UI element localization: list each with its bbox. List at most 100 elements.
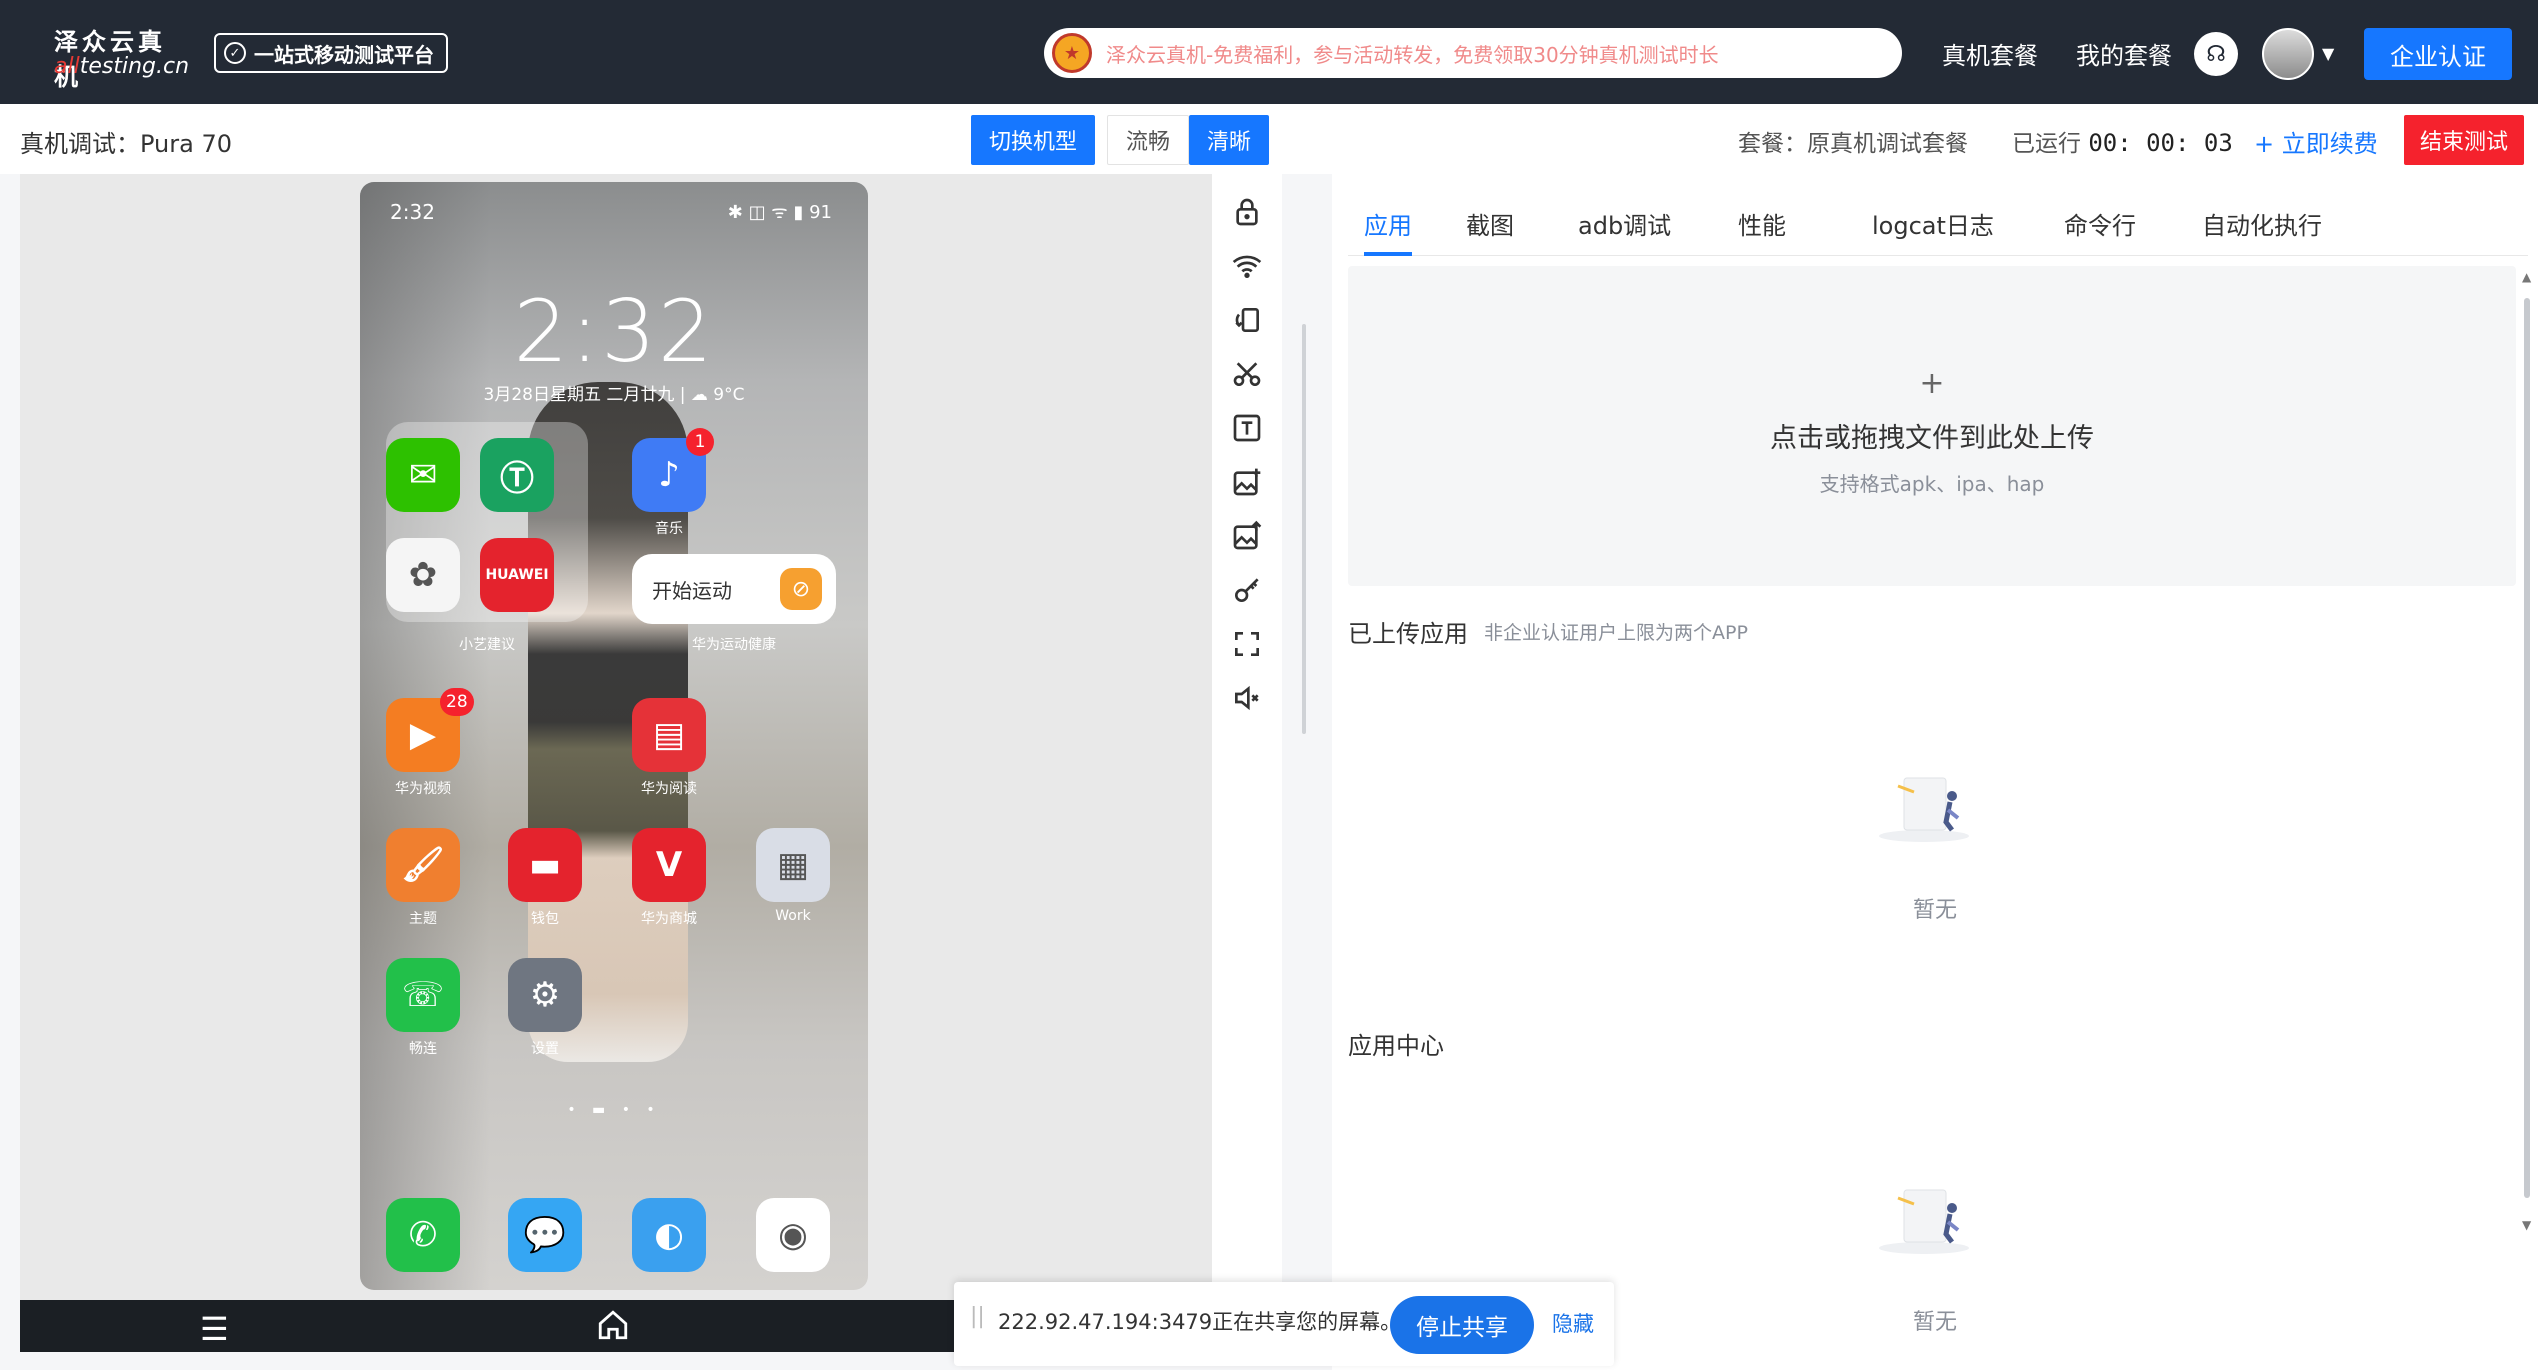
drag-handle-icon[interactable]: || <box>970 1304 985 1329</box>
app-label: Work <box>775 908 811 924</box>
chevron-down-icon[interactable]: ▼ <box>2322 44 2334 63</box>
app-icon[interactable]: ⚙ <box>508 958 582 1032</box>
upload-main-text: 点击或拖拽文件到此处上传 <box>1770 423 2094 454</box>
app-label: 设置 <box>531 1041 559 1057</box>
app-icon[interactable]: ▬ <box>508 828 582 902</box>
toolbar-scrollbar[interactable] <box>1302 324 1306 734</box>
tab-adb[interactable]: adb调试 <box>1578 206 1671 241</box>
customer-service-icon[interactable]: ☊ <box>2194 32 2238 76</box>
scroll-up-icon[interactable]: ▲ <box>2522 270 2531 284</box>
gift-badge-icon: ★ <box>1052 33 1092 73</box>
image-upload-icon[interactable] <box>1225 514 1269 558</box>
nav-my-packages[interactable]: 我的套餐 <box>2076 36 2172 71</box>
app-icon[interactable]: ▦ <box>756 828 830 902</box>
app-icon[interactable]: HUAWEI <box>480 538 554 612</box>
uploaded-apps-title: 已上传应用 <box>1348 620 1468 648</box>
scroll-down-icon[interactable]: ▼ <box>2522 1218 2531 1232</box>
top-header: 泽众云真机 alltesting.cn ✓ 一站式移动测试平台 ★ 泽众云真机-… <box>0 0 2538 104</box>
lock-clock: 2:32 <box>513 282 715 382</box>
device-screen-area: 2:32 ✱ ◫ ᯤ ▮ 91 2:32 3月28日星期五 二月廿九 | ☁ 9… <box>20 174 1212 1300</box>
mute-icon[interactable] <box>1225 676 1269 720</box>
app-icon[interactable]: Ⓣ <box>480 438 554 512</box>
end-test-button[interactable]: 结束测试 <box>2404 115 2524 165</box>
app-icon[interactable]: ◉ <box>756 1198 830 1272</box>
uploaded-apps-note: 非企业认证用户上限为两个APP <box>1484 622 1748 644</box>
logo-en: alltesting.cn <box>54 54 190 79</box>
folder-label: 小艺建议 <box>459 637 515 653</box>
app-label: 主题 <box>409 911 437 927</box>
upload-dropzone[interactable]: + 点击或拖拽文件到此处上传 支持格式apk、ipa、hap <box>1348 266 2516 586</box>
app-icon[interactable]: ✿ <box>386 538 460 612</box>
lock-icon[interactable] <box>1225 190 1269 234</box>
app-icon[interactable]: 🖌 <box>386 828 460 902</box>
active-tab-indicator <box>1364 252 1412 256</box>
enterprise-certification-button[interactable]: 企业认证 <box>2364 28 2512 80</box>
tab-logcat[interactable]: logcat日志 <box>1872 206 1994 241</box>
date-line: 3月28日星期五 二月廿九 | ☁ 9°C <box>483 385 745 405</box>
panel-scrollbar[interactable]: ▲ ▼ <box>2522 270 2532 1240</box>
stop-sharing-button[interactable]: 停止共享 <box>1390 1296 1534 1354</box>
screen-share-bar: || 222.92.47.194:3479正在共享您的屏幕。 停止共享 隐藏 <box>954 1282 1614 1366</box>
home-icon[interactable] <box>596 1308 630 1342</box>
app-label: 华为商城 <box>641 911 697 927</box>
avatar[interactable] <box>2262 28 2314 80</box>
package-label: 套餐：原真机调试套餐 <box>1738 131 1968 157</box>
status-time: 2:32 <box>390 200 435 224</box>
share-status-text: 222.92.47.194:3479正在共享您的屏幕。 <box>998 1310 1402 1334</box>
switch-model-button[interactable]: 切换机型 <box>971 115 1095 165</box>
tab-performance[interactable]: 性能 <box>1738 206 1786 241</box>
sports-widget[interactable]: 开始运动 ⊘ <box>632 554 836 624</box>
empty-state-icon <box>1879 777 1969 842</box>
notification-badge: 1 <box>686 428 714 456</box>
status-icons: ✱ ◫ ᯤ ▮ 91 <box>727 202 832 223</box>
right-panel: 应用 截图 adb调试 性能 logcat日志 命令行 自动化执行 + 点击或拖… <box>1332 174 2538 1370</box>
device-title: 真机调试：Pura 70 <box>20 130 233 158</box>
app-center-title: 应用中心 <box>1348 1032 1444 1060</box>
text-input-icon[interactable] <box>1225 406 1269 450</box>
quality-smooth-button[interactable]: 流畅 <box>1107 115 1189 165</box>
app-label: 音乐 <box>655 521 683 537</box>
upload-hint: 支持格式apk、ipa、hap <box>1819 472 2045 496</box>
device-toolbar <box>1212 174 1282 1300</box>
platform-badge-label: 一站式移动测试平台 <box>254 42 434 67</box>
uploaded-empty-text: 暂无 <box>1912 898 1957 923</box>
phone-screen[interactable]: 2:32 ✱ ◫ ᯤ ▮ 91 2:32 3月28日星期五 二月廿九 | ☁ 9… <box>360 182 868 1290</box>
app-icon[interactable]: ✆ <box>386 1198 460 1272</box>
app-icon[interactable]: ▤ <box>632 698 706 772</box>
scissors-icon[interactable] <box>1225 352 1269 396</box>
sports-icon: ⊘ <box>780 568 822 610</box>
app-icon[interactable]: ☏ <box>386 958 460 1032</box>
running-time: 00: 00: 03 <box>2088 129 2233 157</box>
hide-link[interactable]: 隐藏 <box>1552 1308 1594 1338</box>
platform-badge: ✓ 一站式移动测试平台 <box>214 33 448 73</box>
tab-automation[interactable]: 自动化执行 <box>2202 206 2322 241</box>
fullscreen-icon[interactable] <box>1225 622 1269 666</box>
app-label: 钱包 <box>531 911 559 927</box>
tab-apps[interactable]: 应用 <box>1364 206 1412 241</box>
renew-link[interactable]: + 立即续费 <box>2254 124 2378 159</box>
quality-hd-button[interactable]: 清晰 <box>1189 115 1269 165</box>
tab-screenshot[interactable]: 截图 <box>1466 206 1514 241</box>
app-icon[interactable]: 💬 <box>508 1198 582 1272</box>
image-add-icon[interactable] <box>1225 460 1269 504</box>
running-timer: 已运行 00: 00: 03 <box>2012 129 2233 157</box>
widget-text: 开始运动 <box>652 578 732 603</box>
rotate-icon[interactable] <box>1225 298 1269 342</box>
promo-notice[interactable]: ★ 泽众云真机-免费福利，参与活动转发，免费领取30分钟真机测试时长 <box>1044 28 1902 78</box>
check-circle-icon: ✓ <box>224 42 246 64</box>
sub-toolbar: 真机调试：Pura 70 切换机型 流畅 清晰 套餐：原真机调试套餐 已运行 0… <box>0 104 2538 174</box>
app-label: 华为阅读 <box>641 781 697 797</box>
nav-real-device-packages[interactable]: 真机套餐 <box>1942 36 2038 71</box>
app-label: 华为视频 <box>395 781 451 797</box>
menu-icon[interactable]: ☰ <box>200 1310 229 1348</box>
tab-command-line[interactable]: 命令行 <box>2064 206 2136 241</box>
app-icon[interactable]: V <box>632 828 706 902</box>
app-icon[interactable]: ✉ <box>386 438 460 512</box>
wifi-icon[interactable] <box>1225 244 1269 288</box>
notification-badge: 28 <box>440 688 474 716</box>
logo[interactable]: 泽众云真机 alltesting.cn <box>50 22 190 91</box>
app-icon[interactable]: ◐ <box>632 1198 706 1272</box>
scroll-thumb[interactable] <box>2524 298 2530 1198</box>
key-icon[interactable] <box>1225 568 1269 612</box>
app-label: 畅连 <box>409 1041 437 1057</box>
